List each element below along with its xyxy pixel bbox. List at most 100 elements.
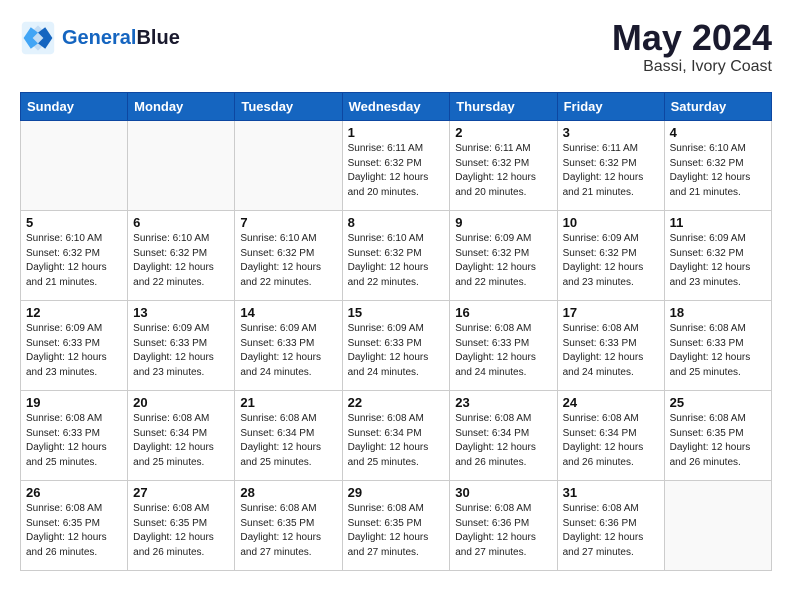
calendar-day-cell: 25 Sunrise: 6:08 AM Sunset: 6:35 PM Dayli…: [664, 391, 771, 481]
day-number: 19: [26, 395, 122, 410]
logo-text: GeneralBlue: [62, 27, 180, 49]
day-detail: Sunrise: 6:08 AM Sunset: 6:36 PM Dayligh…: [563, 502, 659, 560]
day-detail: Sunrise: 6:08 AM Sunset: 6:34 PM Dayligh…: [240, 412, 336, 470]
calendar-day-cell: [664, 481, 771, 571]
day-number: 15: [348, 305, 445, 320]
page-header: GeneralBlue May 2024 Bassi, Ivory Coast: [20, 20, 772, 76]
day-number: 26: [26, 485, 122, 500]
calendar-week-row: 5Sunrise: 6:10 AM Sunset: 6:32 PM Daylig…: [21, 211, 772, 301]
day-number: 2: [455, 125, 551, 140]
day-number: 17: [563, 305, 659, 320]
day-number: 25: [670, 395, 766, 410]
day-number: 29: [348, 485, 445, 500]
logo-icon: [20, 20, 56, 56]
calendar-day-cell: 26Sunrise: 6:08 AM Sunset: 6:35 PM Dayli…: [21, 481, 128, 571]
weekday-header-tuesday: Tuesday: [235, 93, 342, 121]
calendar-day-cell: 13Sunrise: 6:09 AM Sunset: 6:33 PM Dayli…: [128, 301, 235, 391]
day-number: 11: [670, 215, 766, 230]
calendar-day-cell: 29Sunrise: 6:08 AM Sunset: 6:35 PM Dayli…: [342, 481, 450, 571]
day-detail: Sunrise: 6:08 AM Sunset: 6:36 PM Dayligh…: [455, 502, 551, 560]
weekday-header-monday: Monday: [128, 93, 235, 121]
calendar-day-cell: 4 Sunrise: 6:10 AM Sunset: 6:32 PM Daylig…: [664, 121, 771, 211]
day-detail: Sunrise: 6:11 AM Sunset: 6:32 PM Dayligh…: [455, 142, 551, 200]
day-number: 1: [348, 125, 445, 140]
day-number: 6: [133, 215, 229, 230]
day-detail: Sunrise: 6:08 AM Sunset: 6:35 PM Dayligh…: [670, 412, 766, 470]
day-detail: Sunrise: 6:10 AM Sunset: 6:32 PM Dayligh…: [26, 232, 122, 290]
calendar-day-cell: 31 Sunrise: 6:08 AM Sunset: 6:36 PM Dayli…: [557, 481, 664, 571]
day-number: 10: [563, 215, 659, 230]
calendar-day-cell: [21, 121, 128, 211]
day-detail: Sunrise: 6:09 AM Sunset: 6:32 PM Dayligh…: [563, 232, 659, 290]
day-number: 21: [240, 395, 336, 410]
calendar-day-cell: 22 Sunrise: 6:08 AM Sunset: 6:34 PM Dayli…: [342, 391, 450, 481]
calendar-day-cell: 18Sunrise: 6:08 AM Sunset: 6:33 PM Dayli…: [664, 301, 771, 391]
calendar-day-cell: 12Sunrise: 6:09 AM Sunset: 6:33 PM Dayli…: [21, 301, 128, 391]
day-detail: Sunrise: 6:08 AM Sunset: 6:34 PM Dayligh…: [563, 412, 659, 470]
day-detail: Sunrise: 6:08 AM Sunset: 6:34 PM Dayligh…: [133, 412, 229, 470]
day-detail: Sunrise: 6:10 AM Sunset: 6:32 PM Dayligh…: [670, 142, 766, 200]
calendar-day-cell: 20 Sunrise: 6:08 AM Sunset: 6:34 PM Dayli…: [128, 391, 235, 481]
day-detail: Sunrise: 6:11 AM Sunset: 6:32 PM Dayligh…: [348, 142, 445, 200]
calendar-day-cell: 3 Sunrise: 6:11 AM Sunset: 6:32 PM Daylig…: [557, 121, 664, 211]
day-number: 31: [563, 485, 659, 500]
calendar-day-cell: [128, 121, 235, 211]
day-number: 7: [240, 215, 336, 230]
day-detail: Sunrise: 6:08 AM Sunset: 6:33 PM Dayligh…: [455, 322, 551, 380]
day-detail: Sunrise: 6:10 AM Sunset: 6:32 PM Dayligh…: [133, 232, 229, 290]
calendar-day-cell: 30 Sunrise: 6:08 AM Sunset: 6:36 PM Dayli…: [450, 481, 557, 571]
day-detail: Sunrise: 6:08 AM Sunset: 6:34 PM Dayligh…: [348, 412, 445, 470]
calendar-week-row: 19 Sunrise: 6:08 AM Sunset: 6:33 PM Dayli…: [21, 391, 772, 481]
weekday-header-saturday: Saturday: [664, 93, 771, 121]
calendar-day-cell: 14 Sunrise: 6:09 AM Sunset: 6:33 PM Dayli…: [235, 301, 342, 391]
calendar-day-cell: 9Sunrise: 6:09 AM Sunset: 6:32 PM Daylig…: [450, 211, 557, 301]
day-detail: Sunrise: 6:08 AM Sunset: 6:35 PM Dayligh…: [240, 502, 336, 560]
day-detail: Sunrise: 6:08 AM Sunset: 6:34 PM Dayligh…: [455, 412, 551, 470]
calendar-day-cell: 28Sunrise: 6:08 AM Sunset: 6:35 PM Dayli…: [235, 481, 342, 571]
calendar-day-cell: 27 Sunrise: 6:08 AM Sunset: 6:35 PM Dayli…: [128, 481, 235, 571]
weekday-header-wednesday: Wednesday: [342, 93, 450, 121]
day-number: 23: [455, 395, 551, 410]
day-number: 4: [670, 125, 766, 140]
day-detail: Sunrise: 6:10 AM Sunset: 6:32 PM Dayligh…: [240, 232, 336, 290]
day-number: 27: [133, 485, 229, 500]
calendar-day-cell: 17 Sunrise: 6:08 AM Sunset: 6:33 PM Dayli…: [557, 301, 664, 391]
day-detail: Sunrise: 6:09 AM Sunset: 6:33 PM Dayligh…: [240, 322, 336, 380]
weekday-header-thursday: Thursday: [450, 93, 557, 121]
weekday-header-friday: Friday: [557, 93, 664, 121]
day-detail: Sunrise: 6:08 AM Sunset: 6:33 PM Dayligh…: [26, 412, 122, 470]
day-number: 3: [563, 125, 659, 140]
day-number: 14: [240, 305, 336, 320]
calendar-day-cell: 24 Sunrise: 6:08 AM Sunset: 6:34 PM Dayli…: [557, 391, 664, 481]
calendar-day-cell: 6 Sunrise: 6:10 AM Sunset: 6:32 PM Daylig…: [128, 211, 235, 301]
calendar-week-row: 12 Sunrise: 6:09 AM Sunset: 6:33 PM Dayli…: [21, 301, 772, 391]
calendar-day-cell: 19 Sunrise: 6:08 AM Sunset: 6:33 PM Dayli…: [21, 391, 128, 481]
day-detail: Sunrise: 6:09 AM Sunset: 6:32 PM Dayligh…: [455, 232, 551, 290]
day-detail: Sunrise: 6:08 AM Sunset: 6:33 PM Dayligh…: [563, 322, 659, 380]
day-number: 8: [348, 215, 445, 230]
day-number: 24: [563, 395, 659, 410]
calendar-table: SundayMondayTuesdayWednesdayThursdayFrid…: [20, 92, 772, 571]
calendar-day-cell: 16Sunrise: 6:08 AM Sunset: 6:33 PM Dayli…: [450, 301, 557, 391]
weekday-header-row: SundayMondayTuesdayWednesdayThursdayFrid…: [21, 93, 772, 121]
day-detail: Sunrise: 6:10 AM Sunset: 6:32 PM Dayligh…: [348, 232, 445, 290]
calendar-day-cell: 5Sunrise: 6:10 AM Sunset: 6:32 PM Daylig…: [21, 211, 128, 301]
day-detail: Sunrise: 6:11 AM Sunset: 6:32 PM Dayligh…: [563, 142, 659, 200]
day-detail: Sunrise: 6:08 AM Sunset: 6:33 PM Dayligh…: [670, 322, 766, 380]
day-detail: Sunrise: 6:09 AM Sunset: 6:32 PM Dayligh…: [670, 232, 766, 290]
day-detail: Sunrise: 6:09 AM Sunset: 6:33 PM Dayligh…: [133, 322, 229, 380]
calendar-day-cell: 10 Sunrise: 6:09 AM Sunset: 6:32 PM Dayli…: [557, 211, 664, 301]
day-detail: Sunrise: 6:08 AM Sunset: 6:35 PM Dayligh…: [133, 502, 229, 560]
day-number: 30: [455, 485, 551, 500]
calendar-day-cell: 23 Sunrise: 6:08 AM Sunset: 6:34 PM Dayli…: [450, 391, 557, 481]
calendar-week-row: 26 Sunrise: 6:08 AM Sunset: 6:35 PM Dayli…: [21, 481, 772, 571]
month-title: May 2024: [612, 20, 772, 56]
logo: GeneralBlue: [20, 20, 180, 56]
calendar-day-cell: 1 Sunrise: 6:11 AM Sunset: 6:32 PM Daylig…: [342, 121, 450, 211]
day-number: 12: [26, 305, 122, 320]
location-subtitle: Bassi, Ivory Coast: [612, 58, 772, 76]
day-number: 22: [348, 395, 445, 410]
day-number: 20: [133, 395, 229, 410]
calendar-day-cell: 11 Sunrise: 6:09 AM Sunset: 6:32 PM Dayli…: [664, 211, 771, 301]
day-detail: Sunrise: 6:09 AM Sunset: 6:33 PM Dayligh…: [348, 322, 445, 380]
